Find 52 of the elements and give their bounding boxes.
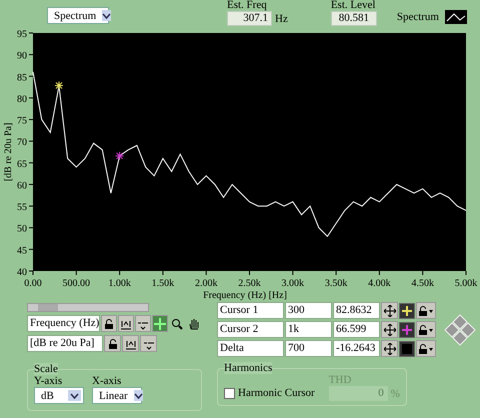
- cursor-name-cell[interactable]: Cursor 2: [217, 321, 284, 338]
- y-tick-label: 60: [17, 180, 27, 192]
- x-tick-label: 2.00k: [194, 278, 218, 289]
- unit-label: Hz: [275, 12, 288, 24]
- x-tick-label: 4.50k: [411, 278, 434, 289]
- x-tick-label: 3.00k: [282, 278, 304, 289]
- y-tick-label: 50: [17, 224, 27, 235]
- cursor-name-cell[interactable]: Cursor 1: [217, 302, 284, 319]
- est-level-label: Est. Level: [330, 0, 376, 11]
- x-axis-dropdown[interactable]: Linear: [92, 387, 142, 404]
- y-tick-label: 85: [17, 72, 27, 84]
- cursor-x-cell: 1k: [285, 321, 332, 338]
- harmonic-cursor-label: Harmonic Cursor: [238, 387, 315, 399]
- x-tick-label: 1.00k: [108, 278, 131, 289]
- est-freq-label: Est. Freq: [227, 0, 268, 11]
- cursor-y-cell: 66.599: [333, 321, 380, 338]
- cursor-x-cell: 300: [285, 302, 332, 319]
- y-tick-label: 65: [17, 158, 27, 170]
- thd-value: 0: [328, 386, 388, 401]
- y-tick-label: 95: [17, 29, 27, 40]
- y-axis-label: Y-axis: [34, 375, 64, 387]
- x-tick-label: 4.00k: [368, 278, 391, 289]
- est-level-value: 80.581: [330, 11, 377, 26]
- axis-name-field[interactable]: [dB re 20u Pa]: [27, 335, 103, 352]
- scale-title: Scale: [34, 363, 58, 375]
- x-tick-label: 5.00k: [454, 278, 478, 289]
- harmonics-title: Harmonics: [224, 362, 272, 374]
- x-axis-label: X-axis: [92, 375, 122, 387]
- x-tick-label: 3.50k: [324, 278, 348, 289]
- x-tick-label: 1.50k: [152, 278, 174, 289]
- y-tick-label: 75: [17, 116, 27, 127]
- y-tick-label: 55: [17, 202, 27, 214]
- cursor-y-cell: -16.2643: [333, 340, 380, 357]
- thd-unit: %: [390, 388, 400, 400]
- x-axis-title: Frequency (Hz) [Hz]: [203, 290, 287, 301]
- axis-name-field[interactable]: Frequency (Hz): [27, 315, 100, 332]
- legend-label: Spectrum: [396, 11, 439, 23]
- y-tick-label: 90: [17, 50, 27, 62]
- x-tick-label: 500.00: [62, 278, 90, 289]
- y-axis-title: [dB re 20u Pa]: [3, 122, 14, 182]
- cursor-x-cell: 700: [285, 340, 332, 357]
- cursor-name-cell[interactable]: Delta: [217, 340, 284, 357]
- y-axis-dropdown[interactable]: dB: [34, 387, 84, 404]
- est-freq-value: 307.1: [227, 11, 272, 26]
- cursor-y-cell: 82.8632: [333, 302, 380, 319]
- y-tick-label: 80: [17, 94, 27, 105]
- y-tick-label: 45: [17, 245, 27, 256]
- y-tick-label: 40: [17, 267, 27, 278]
- x-tick-label: 2.50k: [238, 278, 261, 289]
- y-tick-label: 70: [17, 137, 27, 148]
- display-selector[interactable]: Spectrum: [47, 7, 109, 24]
- x-tick-label: 0.00: [24, 278, 42, 289]
